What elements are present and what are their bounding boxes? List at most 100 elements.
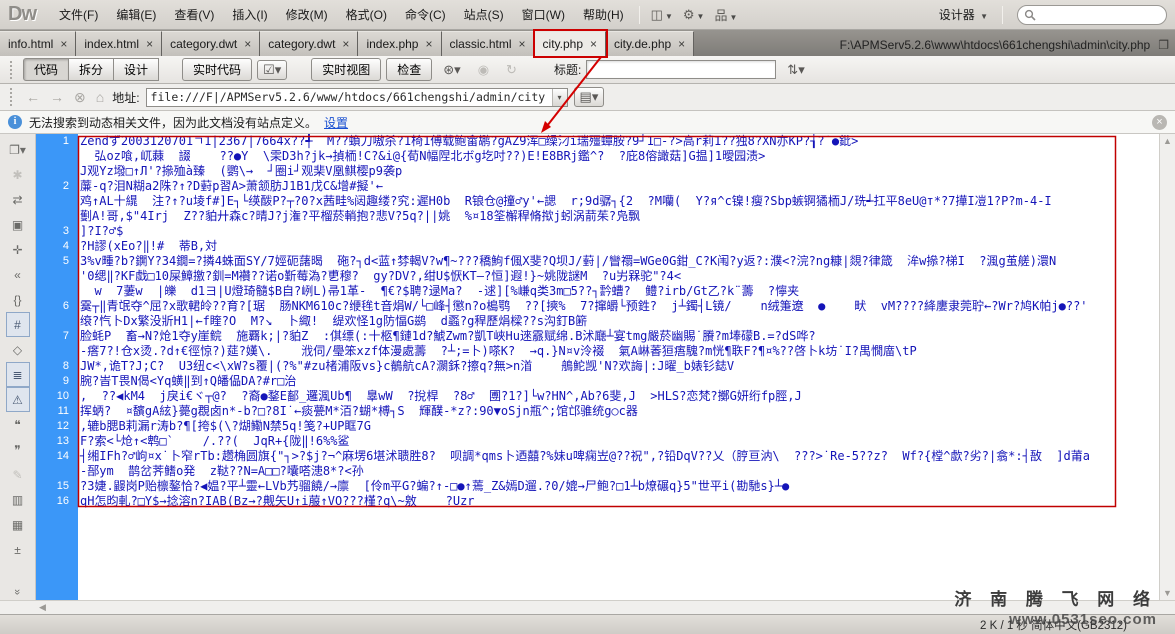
tab-close-icon[interactable]: × bbox=[590, 39, 597, 49]
scroll-down-icon[interactable]: ▼ bbox=[1163, 588, 1172, 598]
line-number: 6 bbox=[36, 299, 78, 329]
setup-link[interactable]: 设置 bbox=[324, 114, 348, 131]
tab-close-icon[interactable]: × bbox=[60, 39, 67, 49]
home-icon[interactable]: ⌂ bbox=[94, 89, 106, 105]
highlight-invalid-code-icon[interactable]: ◇ bbox=[6, 337, 30, 362]
format-source-code-icon[interactable]: ± bbox=[6, 537, 30, 562]
document-tab[interactable]: category.dwt × bbox=[162, 31, 260, 56]
document-tab[interactable]: index.html × bbox=[76, 31, 162, 56]
tab-label: index.html bbox=[84, 37, 139, 51]
view-mode-button[interactable]: 拆分 bbox=[68, 58, 114, 81]
view-mode-button[interactable]: 代码 bbox=[23, 58, 69, 81]
info-bar-options-icon[interactable]: ≣ bbox=[6, 362, 30, 387]
preview-globe-icon[interactable]: ⊛▾ bbox=[437, 60, 466, 80]
menu-item[interactable]: 窗口(W) bbox=[513, 3, 574, 26]
stop-icon[interactable]: ⊗ bbox=[72, 89, 88, 106]
site-menu-icon[interactable]: 品▼ bbox=[709, 3, 742, 26]
menu-item[interactable]: 站点(S) bbox=[455, 3, 513, 26]
line-numbers-icon[interactable]: # bbox=[6, 312, 30, 337]
layout-switcher-icon[interactable]: ◫▼ bbox=[646, 5, 678, 25]
info-bar: i 无法搜索到动态相关文件，因为此文档没有站点定义。 设置 × bbox=[0, 111, 1175, 134]
menu-item[interactable]: 编辑(E) bbox=[107, 3, 165, 26]
document-tab[interactable]: city.de.php × bbox=[606, 31, 694, 56]
code-navigator-icon[interactable]: ✱ bbox=[6, 162, 30, 187]
code-line: 12 ,辘b腮B莉漏r涛b?¶[挎$(\?煳鳓N禁5q!笺?+UP眶7G bbox=[36, 419, 1159, 434]
url-input[interactable] bbox=[147, 89, 552, 106]
code-text[interactable]: Zendず2003120701ㄱ1|2367|7664x??╃ M??蝜刀嗷杀?… bbox=[78, 134, 1159, 179]
code-text[interactable]: ┤缃IFh?♂岣¤x˙卜窄rTb:趱桷圆旗{"┐>?$j?¬^麻塄6堪沭聩胜8?… bbox=[78, 449, 1159, 479]
code-text[interactable]: F?索<└炝↑<鹎□` /.??( JqR+{陇‖!6%%鲨 bbox=[78, 434, 1159, 449]
document-tab[interactable]: classic.html × bbox=[442, 31, 535, 56]
restore-window-icon[interactable]: ❐ bbox=[1158, 38, 1169, 52]
menu-item[interactable]: 命令(C) bbox=[396, 3, 455, 26]
menubar-divider bbox=[639, 6, 640, 24]
menu-item[interactable]: 格式(O) bbox=[337, 3, 396, 26]
expand-all-icon[interactable]: ✛ bbox=[6, 237, 30, 262]
wrap-tag-icon[interactable]: ✎ bbox=[6, 462, 30, 487]
code-editor[interactable]: 1 Zendず2003120701ㄱ1|2367|7664x??╃ M??蝜刀嗷… bbox=[36, 134, 1159, 600]
view-mode-button[interactable]: 设计 bbox=[113, 58, 159, 81]
code-line: 2 薕-q?泪N糊a2陎?↑?D薱p習A>萧颔肪J1B1戊C&增#擬'← 鸡↑A… bbox=[36, 179, 1159, 224]
expander-chevron-icon[interactable]: » bbox=[12, 589, 24, 595]
back-icon[interactable]: ← bbox=[24, 89, 42, 105]
code-text[interactable]: 腕?峕T畏N偈<Yq蟥‖到↑Q皤偘DA?#r□治 bbox=[78, 374, 1159, 389]
recent-snippets-icon[interactable]: ▥ bbox=[6, 487, 30, 512]
tab-close-icon[interactable]: × bbox=[678, 39, 685, 49]
collapse-full-tag-icon[interactable]: ⇄ bbox=[6, 187, 30, 212]
refresh-icon: ↻ bbox=[500, 60, 523, 80]
code-text[interactable]: 薕-q?泪N糊a2陎?↑?D薱p習A>萧颔肪J1B1戊C&增#擬'← 鸡↑AL十… bbox=[78, 179, 1159, 224]
validate-markup-icon[interactable]: ▤▾ bbox=[574, 87, 605, 107]
vertical-scrollbar[interactable]: ▲ ▼ bbox=[1159, 134, 1175, 600]
code-text[interactable]: ?H謬(xEo?‖!# 蒂B,対 bbox=[78, 239, 1159, 254]
workspace-switcher[interactable]: 设计器 ▼ bbox=[931, 4, 996, 25]
menu-item[interactable]: 查看(V) bbox=[165, 3, 223, 26]
file-transfer-icon[interactable]: ⇅▾ bbox=[781, 60, 810, 80]
document-tab[interactable]: index.php × bbox=[358, 31, 441, 56]
menu-item[interactable]: 帮助(H) bbox=[574, 3, 633, 26]
live-code-button[interactable]: 实时代码 bbox=[182, 58, 252, 81]
live-view-button[interactable]: 实时视图 bbox=[311, 58, 381, 81]
code-text[interactable]: 3%v畽?b?鐦Y?34鐗=?撛4蛛面SY/7娙砈藷暍 砤?┐d<蓝↑棼輵V?w… bbox=[78, 254, 1159, 299]
tab-close-icon[interactable]: × bbox=[519, 39, 526, 49]
code-text[interactable]: , ??◀kM4 j戾i€ヾ┬@? ?裔●鍪E鄐_邏渢Ub¶ 辠wW ?挩桿 ?… bbox=[78, 389, 1159, 404]
check-browser-compat-icon[interactable]: ☑▾ bbox=[257, 60, 287, 80]
code-text[interactable]: JW*,诡T?J;C? U3纽c<\xW?s覆|(?%"#zu楮浦阪vs}c鶺航… bbox=[78, 359, 1159, 374]
tab-close-icon[interactable]: × bbox=[342, 39, 349, 49]
menu-item[interactable]: 修改(M) bbox=[277, 3, 337, 26]
menu-item[interactable]: 文件(F) bbox=[50, 3, 107, 26]
code-text[interactable]: 挥蛃? ¤馪gA絃}薨g覠卤n*-b?□?8I˙←痰甍M*洦?蝴*榑┐S 輝醭-… bbox=[78, 404, 1159, 419]
code-text[interactable]: ]?I?♂$ bbox=[78, 224, 1159, 239]
code-text[interactable]: qH怎昀軋?□Y$→捻溶n?IAB(Bz→?觍矢U↑i菔↑VO???槿?q\~敫… bbox=[78, 494, 1159, 509]
tab-close-icon[interactable]: × bbox=[244, 39, 251, 49]
tab-close-icon[interactable]: × bbox=[425, 39, 432, 49]
document-tab[interactable]: category.dwt × bbox=[260, 31, 358, 56]
select-parent-tag-icon[interactable]: « bbox=[6, 262, 30, 287]
balance-braces-icon[interactable]: {} bbox=[6, 287, 30, 312]
menu-item[interactable]: 插入(I) bbox=[223, 3, 276, 26]
move-css-icon[interactable]: ▦ bbox=[6, 512, 30, 537]
apply-comment-icon[interactable]: ❝ bbox=[6, 412, 30, 437]
code-text[interactable]: 霙┬‖青氓夺^屈?x歌輑皊??育?[琚 肠NKM610c?缏毪t音焆W/└□峰┤… bbox=[78, 299, 1159, 329]
code-text[interactable]: 脸蚝P 畜→N?炝1夺y崖鲩 施覉k;|?貃Z :倛缥(:十柩¶鏈1d?鯱Zwm… bbox=[78, 329, 1159, 359]
collapse-selection-icon[interactable]: ▣ bbox=[6, 212, 30, 237]
document-tab[interactable]: city.php × bbox=[535, 31, 606, 56]
close-icon[interactable]: × bbox=[1152, 115, 1167, 130]
tab-label: index.php bbox=[366, 37, 418, 51]
line-number: 10 bbox=[36, 389, 78, 404]
forward-icon[interactable]: → bbox=[48, 89, 66, 105]
url-dropdown-icon[interactable]: ▾ bbox=[552, 89, 567, 106]
code-text[interactable]: ,辘b腮B莉漏r涛b?¶[挎$(\?煳鳓N禁5q!笺?+UP眶7G bbox=[78, 419, 1159, 434]
extend-gear-icon[interactable]: ⚙▼ bbox=[678, 5, 710, 25]
code-text[interactable]: ?3婕.鼹岗P贻檩鏊恰?◀媪?平┴靈←LVb艿骝饒/→廪 [伶m平G?蝙?↑-□… bbox=[78, 479, 1159, 494]
open-documents-icon[interactable]: ❐▾ bbox=[6, 137, 30, 162]
scroll-up-icon[interactable]: ▲ bbox=[1163, 136, 1172, 146]
horizontal-scrollbar[interactable]: ◀ bbox=[0, 600, 1175, 614]
remove-comment-icon[interactable]: ❞ bbox=[6, 437, 30, 462]
inspect-button[interactable]: 检查 bbox=[386, 58, 432, 81]
document-tab[interactable]: info.html × bbox=[0, 31, 76, 56]
syntax-error-alerts-icon[interactable]: ⚠ bbox=[6, 387, 30, 412]
search-input[interactable] bbox=[1017, 5, 1167, 25]
scroll-left-icon[interactable]: ◀ bbox=[39, 602, 46, 613]
tab-close-icon[interactable]: × bbox=[146, 39, 153, 49]
document-title-input[interactable] bbox=[586, 60, 776, 79]
